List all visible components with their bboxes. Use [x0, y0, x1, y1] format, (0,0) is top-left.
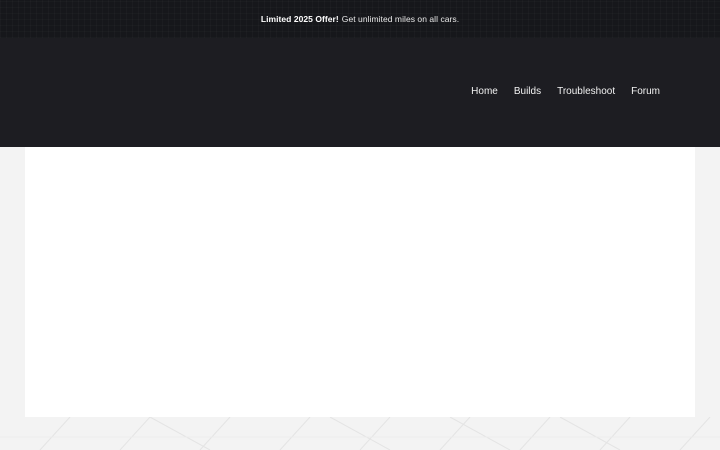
site-header: Home Builds Troubleshoot Forum — [0, 38, 720, 147]
main-nav: Home Builds Troubleshoot Forum — [471, 86, 660, 97]
line-pattern-graphic — [0, 417, 720, 450]
nav-item-troubleshoot[interactable]: Troubleshoot — [557, 86, 615, 97]
nav-item-forum[interactable]: Forum — [631, 86, 660, 97]
main-content-area — [25, 147, 695, 417]
promo-text: Get unlimited miles on all cars. — [341, 14, 460, 24]
nav-item-builds[interactable]: Builds — [514, 86, 541, 97]
promo-bar: Limited 2025 Offer! Get unlimited miles … — [0, 0, 720, 38]
nav-item-home[interactable]: Home — [471, 86, 498, 97]
promo-highlight: Limited 2025 Offer! — [260, 14, 339, 24]
footer-background-pattern — [0, 417, 720, 450]
